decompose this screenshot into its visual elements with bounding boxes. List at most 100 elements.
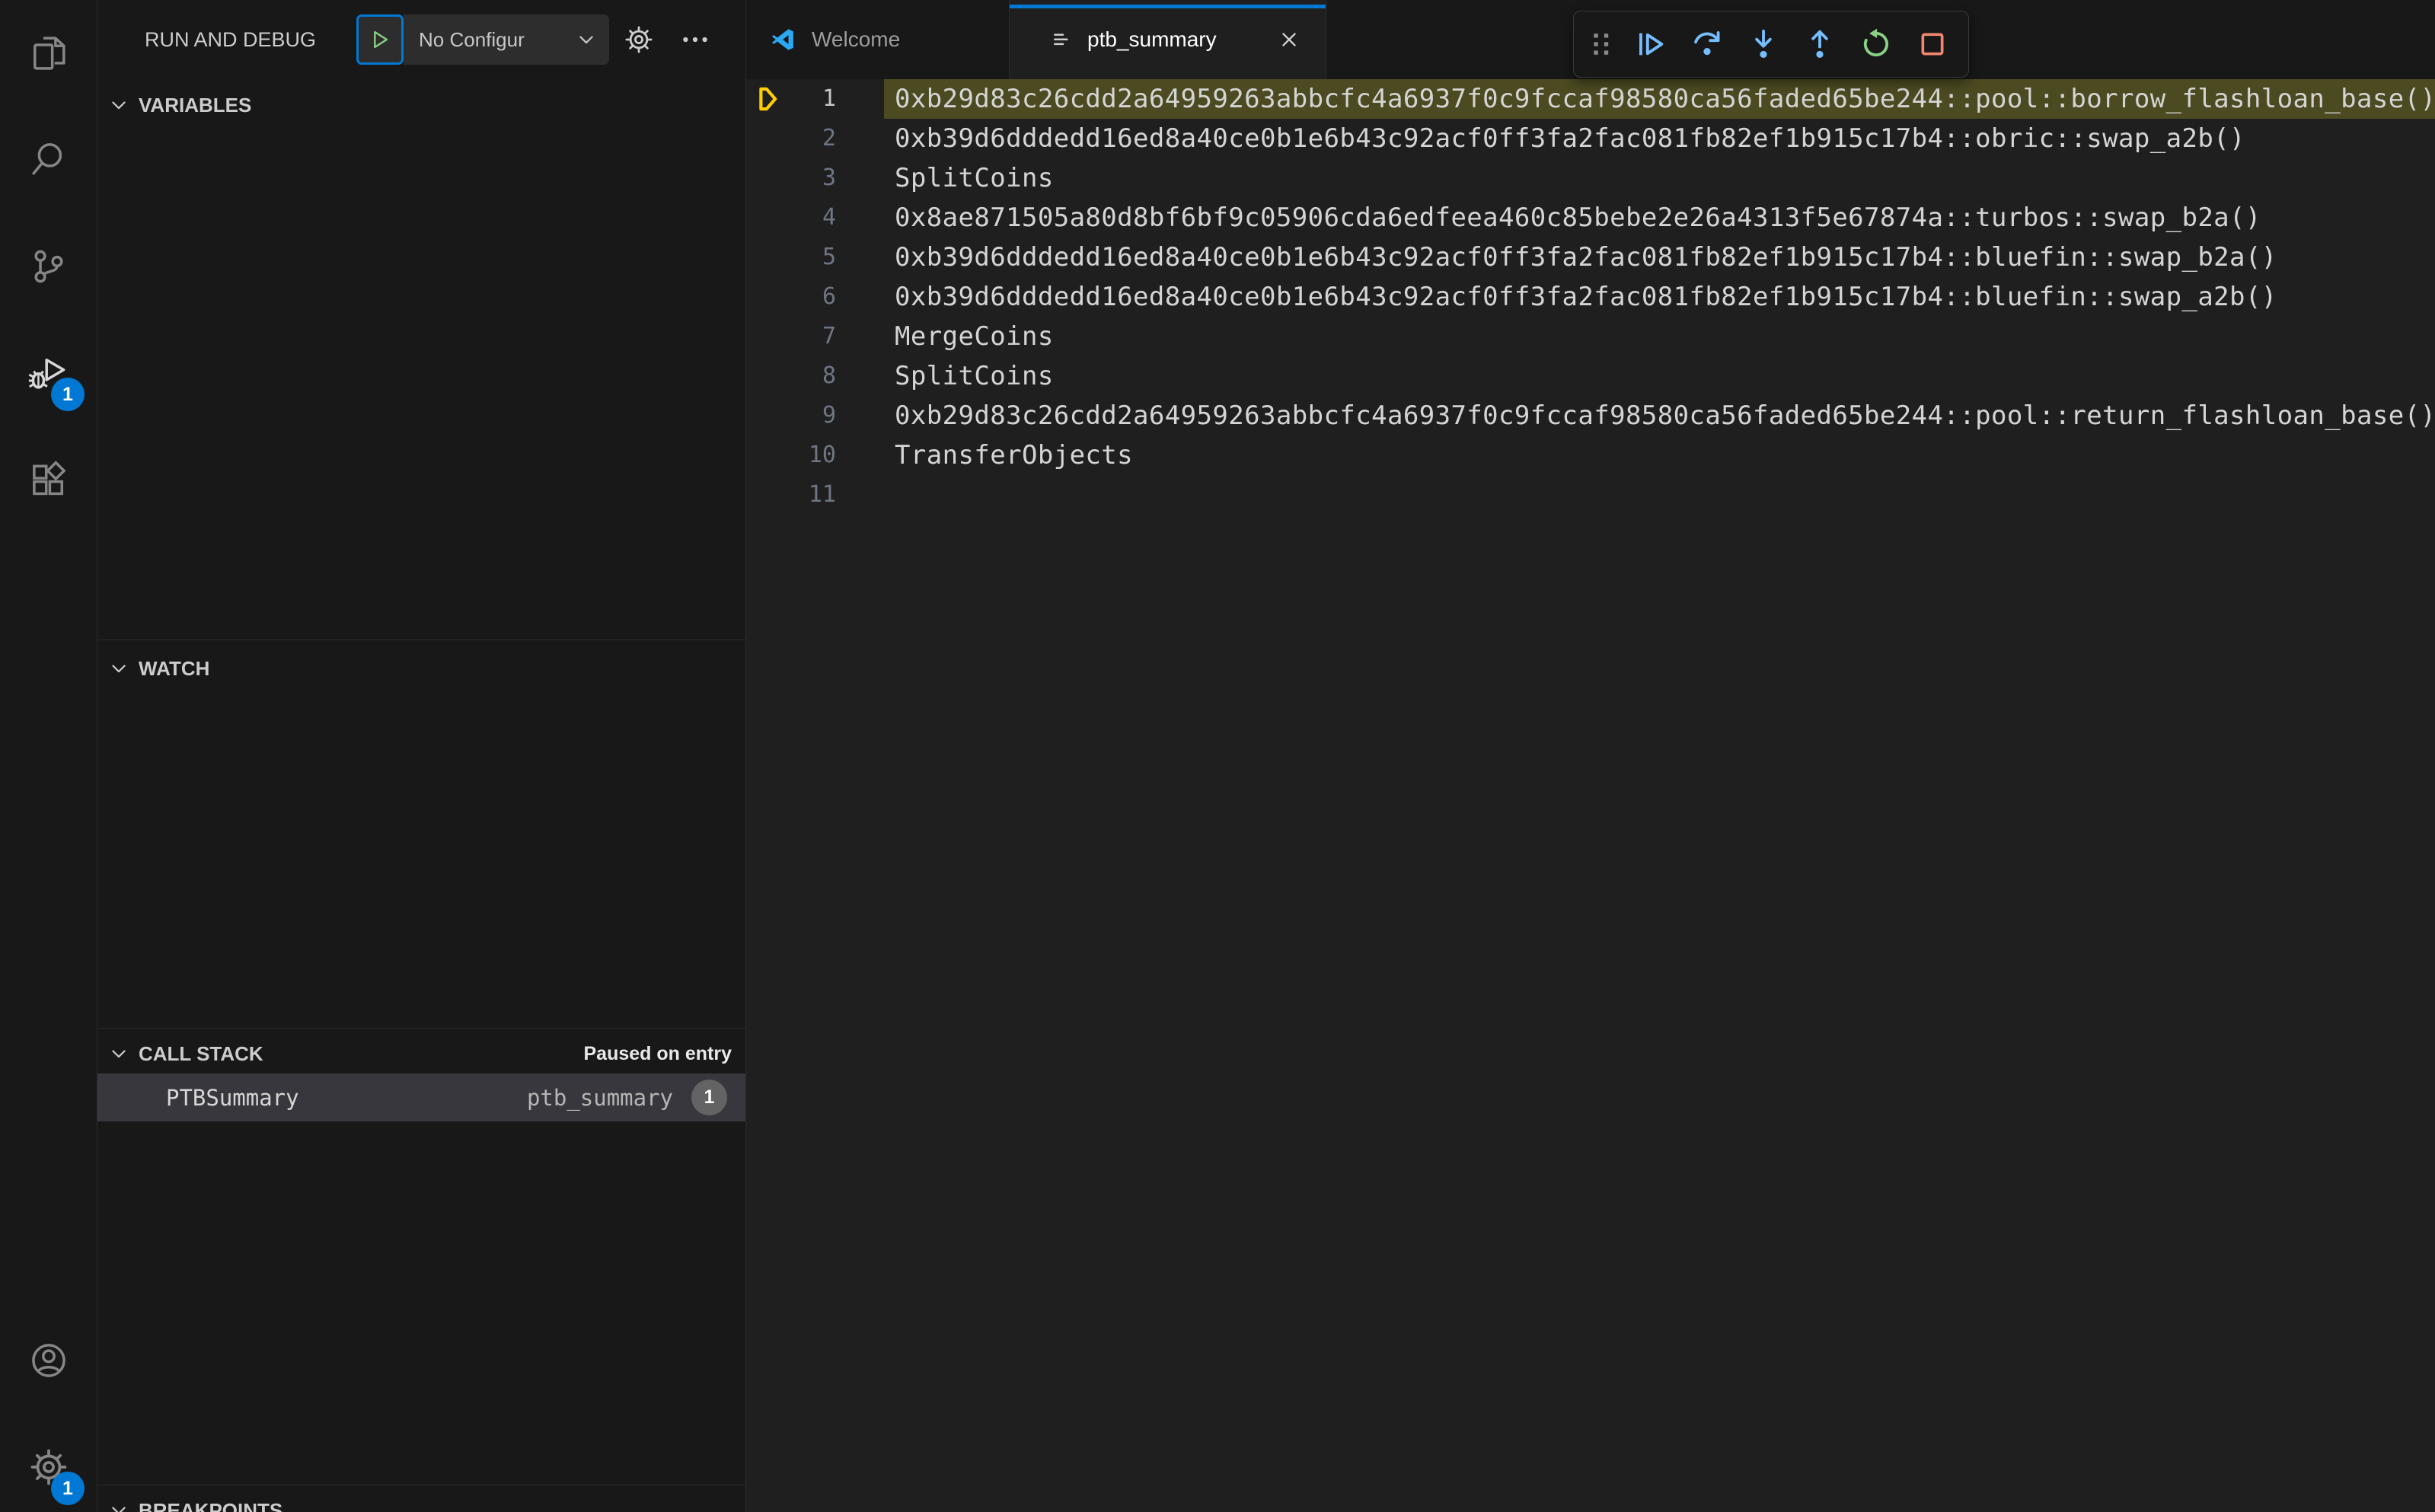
line-number: 6 (822, 283, 836, 310)
line-text: 0x8ae871505a80d8bf6bf9c05906cda6edfeea46… (895, 203, 2261, 233)
step-out-button[interactable] (1792, 12, 1848, 76)
editor-line[interactable]: 6 0xb39d6dddedd16ed8a40ce0b1e6b43c92acf0… (746, 277, 2435, 317)
editor-line[interactable]: 1 0xb29d83c26cdd2a64959263abbcfc4a6937f0… (746, 79, 2435, 119)
gutter: 5 (746, 238, 884, 277)
line-text: 0xb29d83c26cdd2a64959263abbcfc4a6937f0c9… (895, 400, 2435, 431)
vscode-logo-icon (769, 26, 796, 53)
debug-configuration-label: No Configur (419, 27, 525, 51)
extensions-icon (27, 458, 70, 501)
close-tab-button[interactable] (1277, 24, 1307, 55)
tab-welcome[interactable]: Welcome (746, 0, 1010, 79)
line-number: 7 (822, 323, 836, 349)
line-number: 2 (822, 125, 836, 152)
stop-button[interactable] (1904, 12, 1961, 76)
line-number: 11 (808, 481, 836, 508)
call-stack-frame-row[interactable]: PTBSummary ptb_summary 1 (97, 1073, 745, 1121)
debug-toolbar[interactable] (1573, 11, 1969, 78)
tab-ptb-summary[interactable]: ptb_summary (1010, 0, 1326, 79)
vscode-window: 1 1 RUN AND DEBUG No Configur VARIABLES … (0, 0, 2435, 1512)
editor-line[interactable]: 5 0xb39d6dddedd16ed8a40ce0b1e6b43c92acf0… (746, 238, 2435, 277)
toolbar-drag-handle[interactable] (1580, 12, 1623, 76)
editor-line[interactable]: 2 0xb39d6dddedd16ed8a40ce0b1e6b43c92acf0… (746, 119, 2435, 158)
sidebar-item-explorer[interactable] (0, 0, 97, 107)
restart-button[interactable] (1848, 12, 1904, 76)
account-icon (27, 1339, 70, 1382)
line-text (884, 475, 2435, 515)
gutter: 4 (746, 198, 884, 238)
editor-line[interactable]: 9 0xb29d83c26cdd2a64959263abbcfc4a6937f0… (746, 396, 2435, 435)
gutter: 1 (746, 79, 884, 119)
activity-bar-top: 1 (0, 0, 97, 533)
call-stack-section-label: CALL STACK (139, 1041, 263, 1065)
open-launch-json-button[interactable] (623, 23, 656, 56)
editor-group: Welcome ptb_summary 1 0xb29d83c26cdd2a64… (746, 0, 2435, 1512)
sidebar-title: RUN AND DEBUG (145, 28, 317, 51)
settings-button[interactable]: 1 (0, 1414, 97, 1512)
line-number: 5 (822, 244, 836, 270)
gutter: 6 (746, 277, 884, 317)
step-into-button[interactable] (1735, 12, 1792, 76)
call-stack-section-header[interactable]: CALL STACK Paused on entry (97, 1034, 745, 1073)
section-divider (97, 1028, 745, 1029)
sidebar-item-search[interactable] (0, 107, 97, 213)
editor-line[interactable]: 10 TransferObjects (746, 435, 2435, 475)
chevron-down-icon (576, 29, 597, 50)
sidebar-item-source-control[interactable] (0, 213, 97, 320)
sidebar-item-extensions[interactable] (0, 426, 97, 533)
variables-section-header[interactable]: VARIABLES (97, 85, 745, 125)
code-editor[interactable]: 1 0xb29d83c26cdd2a64959263abbcfc4a6937f0… (746, 79, 2435, 1512)
debug-badge: 1 (51, 378, 85, 411)
watch-section-header[interactable]: WATCH (97, 649, 745, 688)
breakpoints-section-label: BREAKPOINTS (139, 1498, 283, 1512)
chevron-down-icon (108, 94, 129, 116)
line-text: 0xb29d83c26cdd2a64959263abbcfc4a6937f0c9… (884, 79, 2435, 119)
line-text: MergeCoins (895, 321, 1054, 352)
editor-line[interactable]: 3 SplitCoins (746, 158, 2435, 198)
play-icon (368, 27, 392, 52)
activity-bar-bottom: 1 (0, 1307, 97, 1512)
line-number: 8 (822, 362, 836, 389)
settings-badge: 1 (51, 1472, 85, 1505)
source-control-icon (27, 245, 70, 288)
editor-line[interactable]: 7 MergeCoins (746, 317, 2435, 356)
list-file-icon (1049, 27, 1074, 52)
line-text: 0xb39d6dddedd16ed8a40ce0b1e6b43c92acf0ff… (895, 282, 2277, 312)
activity-bar: 1 1 (0, 0, 97, 1512)
sidebar-item-run-and-debug[interactable]: 1 (0, 320, 97, 426)
views-and-more-actions-button[interactable] (679, 23, 713, 56)
restart-icon (1859, 27, 1894, 62)
chevron-down-icon (108, 1500, 129, 1512)
line-text: SplitCoins (895, 361, 1054, 391)
breakpoints-section-header[interactable]: BREAKPOINTS (97, 1491, 745, 1512)
debug-configuration-dropdown[interactable]: No Configur (404, 14, 609, 65)
editor-line[interactable]: 11 (746, 475, 2435, 515)
grip-icon (1584, 27, 1619, 62)
call-stack-status: Paused on entry (583, 1042, 732, 1064)
chevron-down-icon (108, 658, 129, 679)
continue-icon (1633, 27, 1668, 62)
files-icon (27, 32, 70, 75)
debug-start-control: No Configur (356, 14, 609, 65)
step-over-button[interactable] (1679, 12, 1735, 76)
gutter: 10 (746, 435, 884, 475)
editor-line[interactable]: 4 0x8ae871505a80d8bf6bf9c05906cda6edfeea… (746, 198, 2435, 238)
line-number: 3 (822, 164, 836, 191)
step-over-icon (1690, 27, 1725, 62)
line-text: SplitCoins (895, 163, 1054, 193)
accounts-button[interactable] (0, 1307, 97, 1414)
gutter: 9 (746, 396, 884, 435)
chevron-down-icon (108, 1043, 129, 1064)
stack-frame-line-badge: 1 (691, 1080, 727, 1115)
line-text: 0xb39d6dddedd16ed8a40ce0b1e6b43c92acf0ff… (895, 242, 2277, 273)
close-icon (1277, 27, 1301, 52)
start-debugging-button[interactable] (356, 14, 404, 65)
editor-line[interactable]: 8 SplitCoins (746, 356, 2435, 396)
line-number: 10 (808, 442, 836, 468)
stack-frame-name: PTBSummary (166, 1084, 299, 1111)
ellipsis-icon (679, 24, 711, 56)
line-text: TransferObjects (895, 440, 1134, 471)
gutter: 8 (746, 356, 884, 396)
stack-frame-file: ptb_summary (526, 1084, 673, 1111)
continue-button[interactable] (1623, 12, 1679, 76)
search-icon (27, 139, 70, 181)
